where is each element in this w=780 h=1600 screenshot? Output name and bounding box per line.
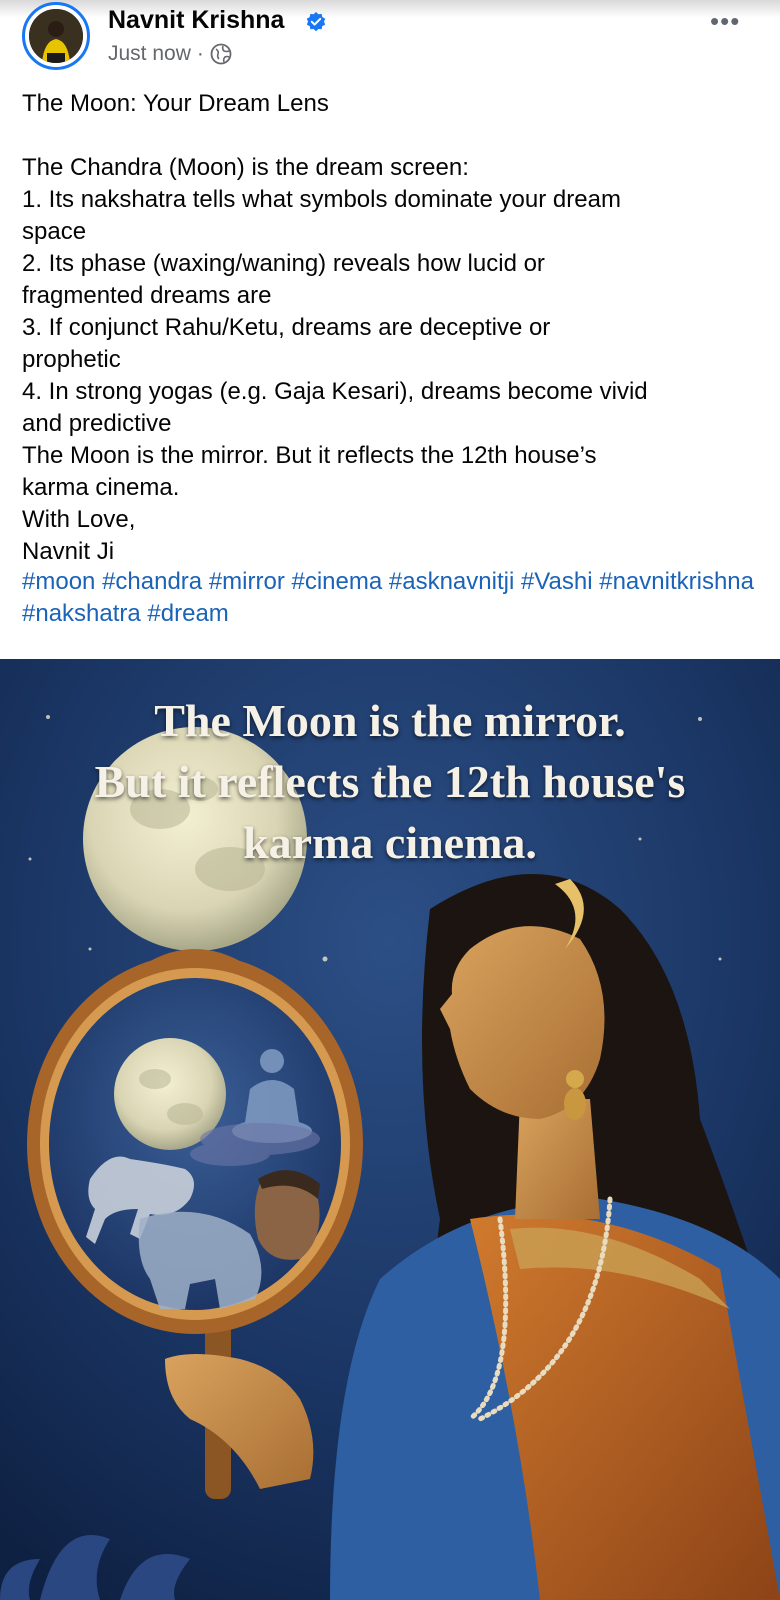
post-text-line: 4. In strong yogas (e.g. Gaja Kesari), d… [22, 378, 648, 405]
verified-badge-icon [306, 12, 326, 32]
author-avatar[interactable] [22, 2, 90, 70]
hashtag-link[interactable]: #dream [147, 600, 228, 627]
post-timestamp[interactable]: Just now [108, 42, 191, 66]
caption-line: The Moon is the mirror. [154, 695, 626, 746]
post-text-line: fragmented dreams are [22, 282, 272, 309]
more-options-icon[interactable]: ••• [710, 6, 740, 37]
post-text-line: Navnit Ji [22, 538, 115, 565]
post-meta: Just now · [108, 42, 232, 66]
post-text-line: The Moon: Your Dream Lens [22, 90, 329, 117]
image-caption: The Moon is the mirror. But it reflects t… [0, 690, 780, 873]
author-name[interactable]: Navnit Krishna [108, 6, 284, 35]
post-text-line: prophetic [22, 346, 121, 373]
post-body: The Moon: Your Dream Lens The Chandra (M… [22, 88, 762, 568]
post-text-line: With Love, [22, 506, 136, 533]
hashtag-link[interactable]: #moon [22, 568, 95, 595]
hashtag-link[interactable]: #mirror [209, 568, 285, 595]
hashtag-link[interactable]: #navnitkrishna [599, 568, 754, 595]
post-text-line: The Moon is the mirror. But it reflects … [22, 442, 597, 469]
hashtag-link[interactable]: #Vashi [521, 568, 593, 595]
caption-line: But it reflects the 12th house's [94, 756, 686, 807]
post-text-line: 2. Its phase (waxing/waning) reveals how… [22, 250, 545, 277]
avatar-photo [29, 9, 83, 63]
post-header: Navnit Krishna Just now · ••• [0, 0, 780, 86]
post-text-line [22, 120, 762, 152]
post-text-line: space [22, 218, 87, 245]
hashtag-link[interactable]: #cinema [291, 568, 382, 595]
globe-icon[interactable] [210, 43, 232, 65]
meta-separator: · [196, 42, 204, 65]
post-text-line: 1. Its nakshatra tells what symbols domi… [22, 186, 621, 213]
hashtag-link[interactable]: #chandra [102, 568, 202, 595]
post-text-line: and predictive [22, 410, 172, 437]
post-text-line: karma cinema. [22, 474, 180, 501]
hashtag-list: #moon #chandra #mirror #cinema #asknavni… [22, 566, 762, 630]
hashtag-link[interactable]: #nakshatra [22, 600, 141, 627]
post-text-line: The Chandra (Moon) is the dream screen: [22, 154, 469, 181]
caption-line: karma cinema. [243, 817, 537, 868]
post-text-line: 3. If conjunct Rahu/Ketu, dreams are dec… [22, 314, 551, 341]
hashtag-link[interactable]: #asknavnitji [389, 568, 514, 595]
